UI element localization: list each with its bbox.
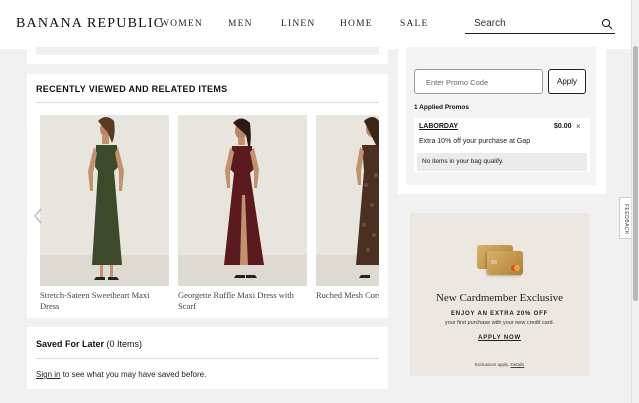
- credit-card-image: [487, 251, 523, 275]
- promo-panel: Enter Promo Code Apply 1 Applied Promos …: [406, 47, 596, 185]
- recently-viewed-section: RECENTLY VIEWED AND RELATED ITEMS Stretc…: [27, 74, 388, 318]
- ad-fine-print: Exclusions apply. Details: [410, 362, 589, 367]
- promo-description: Extra 10% off your purchase at Gap: [419, 138, 531, 145]
- nav-item-men[interactable]: MEN: [228, 19, 253, 29]
- ad-subtitle-detail: your first purchase with your new credit…: [444, 320, 555, 326]
- promo-note-box: No items in your bag qualify.: [417, 153, 587, 171]
- product-name[interactable]: Stretch-Sateen Sweetheart Maxi Dress: [40, 290, 168, 312]
- saved-for-later-section: Saved For Later (0 Items) Sign in to see…: [27, 327, 388, 389]
- saved-for-later-title: Saved For Later (0 Items): [36, 339, 142, 349]
- brand-logo[interactable]: BANANA REPUBLIC: [16, 16, 164, 32]
- promo-code-placeholder: Enter Promo Code: [426, 78, 489, 87]
- applied-promos-label: 1 Applied Promos: [414, 104, 470, 111]
- feedback-tab[interactable]: FEEDBACK: [619, 197, 631, 239]
- product-name[interactable]: Ruched Mesh Corset Maxi Dress: [316, 290, 379, 301]
- apply-promo-button[interactable]: Apply: [548, 69, 586, 94]
- chevron-left-icon[interactable]: [33, 207, 43, 225]
- nav-item-home[interactable]: HOME: [340, 19, 373, 29]
- apply-now-text[interactable]: APPLY NOW: [478, 335, 521, 341]
- details-link[interactable]: Details: [510, 362, 524, 367]
- close-icon[interactable]: ×: [576, 122, 581, 131]
- mastercard-logo-icon: [491, 260, 520, 271]
- ad-subtitle: ENJOY AN EXTRA 20% OFF: [450, 311, 549, 317]
- dress-model-illustration: [40, 115, 169, 286]
- saved-message-text: to see what you may have saved before.: [60, 370, 207, 379]
- product-image[interactable]: [316, 115, 379, 286]
- promo-code-input[interactable]: Enter Promo Code: [414, 69, 543, 94]
- site-header: BANANA REPUBLIC WOMEN MEN LINEN HOME SAL…: [0, 0, 631, 49]
- bag-items-card: [27, 47, 388, 64]
- divider: [36, 102, 379, 103]
- nav-item-sale[interactable]: SALE: [400, 19, 429, 29]
- feedback-label: FEEDBACK: [623, 203, 629, 235]
- divider: [36, 358, 379, 359]
- dress-model-illustration: [178, 115, 307, 286]
- dress-model-illustration: [316, 115, 379, 286]
- nav-item-linen[interactable]: LINEN: [281, 19, 316, 29]
- applied-promo-card: LABORDAY $0.00 × Extra 10% off your purc…: [414, 118, 590, 172]
- apply-now-link[interactable]: APPLY NOW: [410, 335, 589, 341]
- search-icon[interactable]: [601, 18, 613, 30]
- product-name[interactable]: Georgette Ruffle Maxi Dress with Scarf: [178, 290, 306, 312]
- bag-items-strip: [36, 47, 379, 55]
- promo-section: Enter Promo Code Apply 1 Applied Promos …: [398, 47, 606, 194]
- search-placeholder: Search: [474, 18, 506, 29]
- credit-card-ad[interactable]: New Cardmember Exclusive ENJOY AN EXTRA …: [410, 213, 589, 376]
- saved-title-text: Saved For Later: [36, 339, 105, 349]
- saved-message: Sign in to see what you may have saved b…: [36, 370, 206, 379]
- section-title: RECENTLY VIEWED AND RELATED ITEMS: [36, 84, 228, 94]
- search-input[interactable]: Search: [465, 14, 615, 34]
- ad-fine-text: Exclusions apply.: [474, 362, 511, 367]
- promo-amount: $0.00: [554, 123, 572, 130]
- ad-title: New Cardmember Exclusive: [435, 292, 564, 304]
- product-image[interactable]: [40, 115, 169, 286]
- promo-note: No items in your bag qualify.: [422, 158, 504, 165]
- saved-count: (0 Items): [106, 339, 143, 349]
- promo-code-link[interactable]: LABORDAY: [419, 123, 458, 130]
- sign-in-link[interactable]: Sign in: [36, 370, 60, 379]
- product-image[interactable]: [178, 115, 307, 286]
- nav-item-women[interactable]: WOMEN: [160, 19, 203, 29]
- page-scrollbar[interactable]: [631, 0, 639, 403]
- scrollbar-thumb[interactable]: [633, 46, 638, 301]
